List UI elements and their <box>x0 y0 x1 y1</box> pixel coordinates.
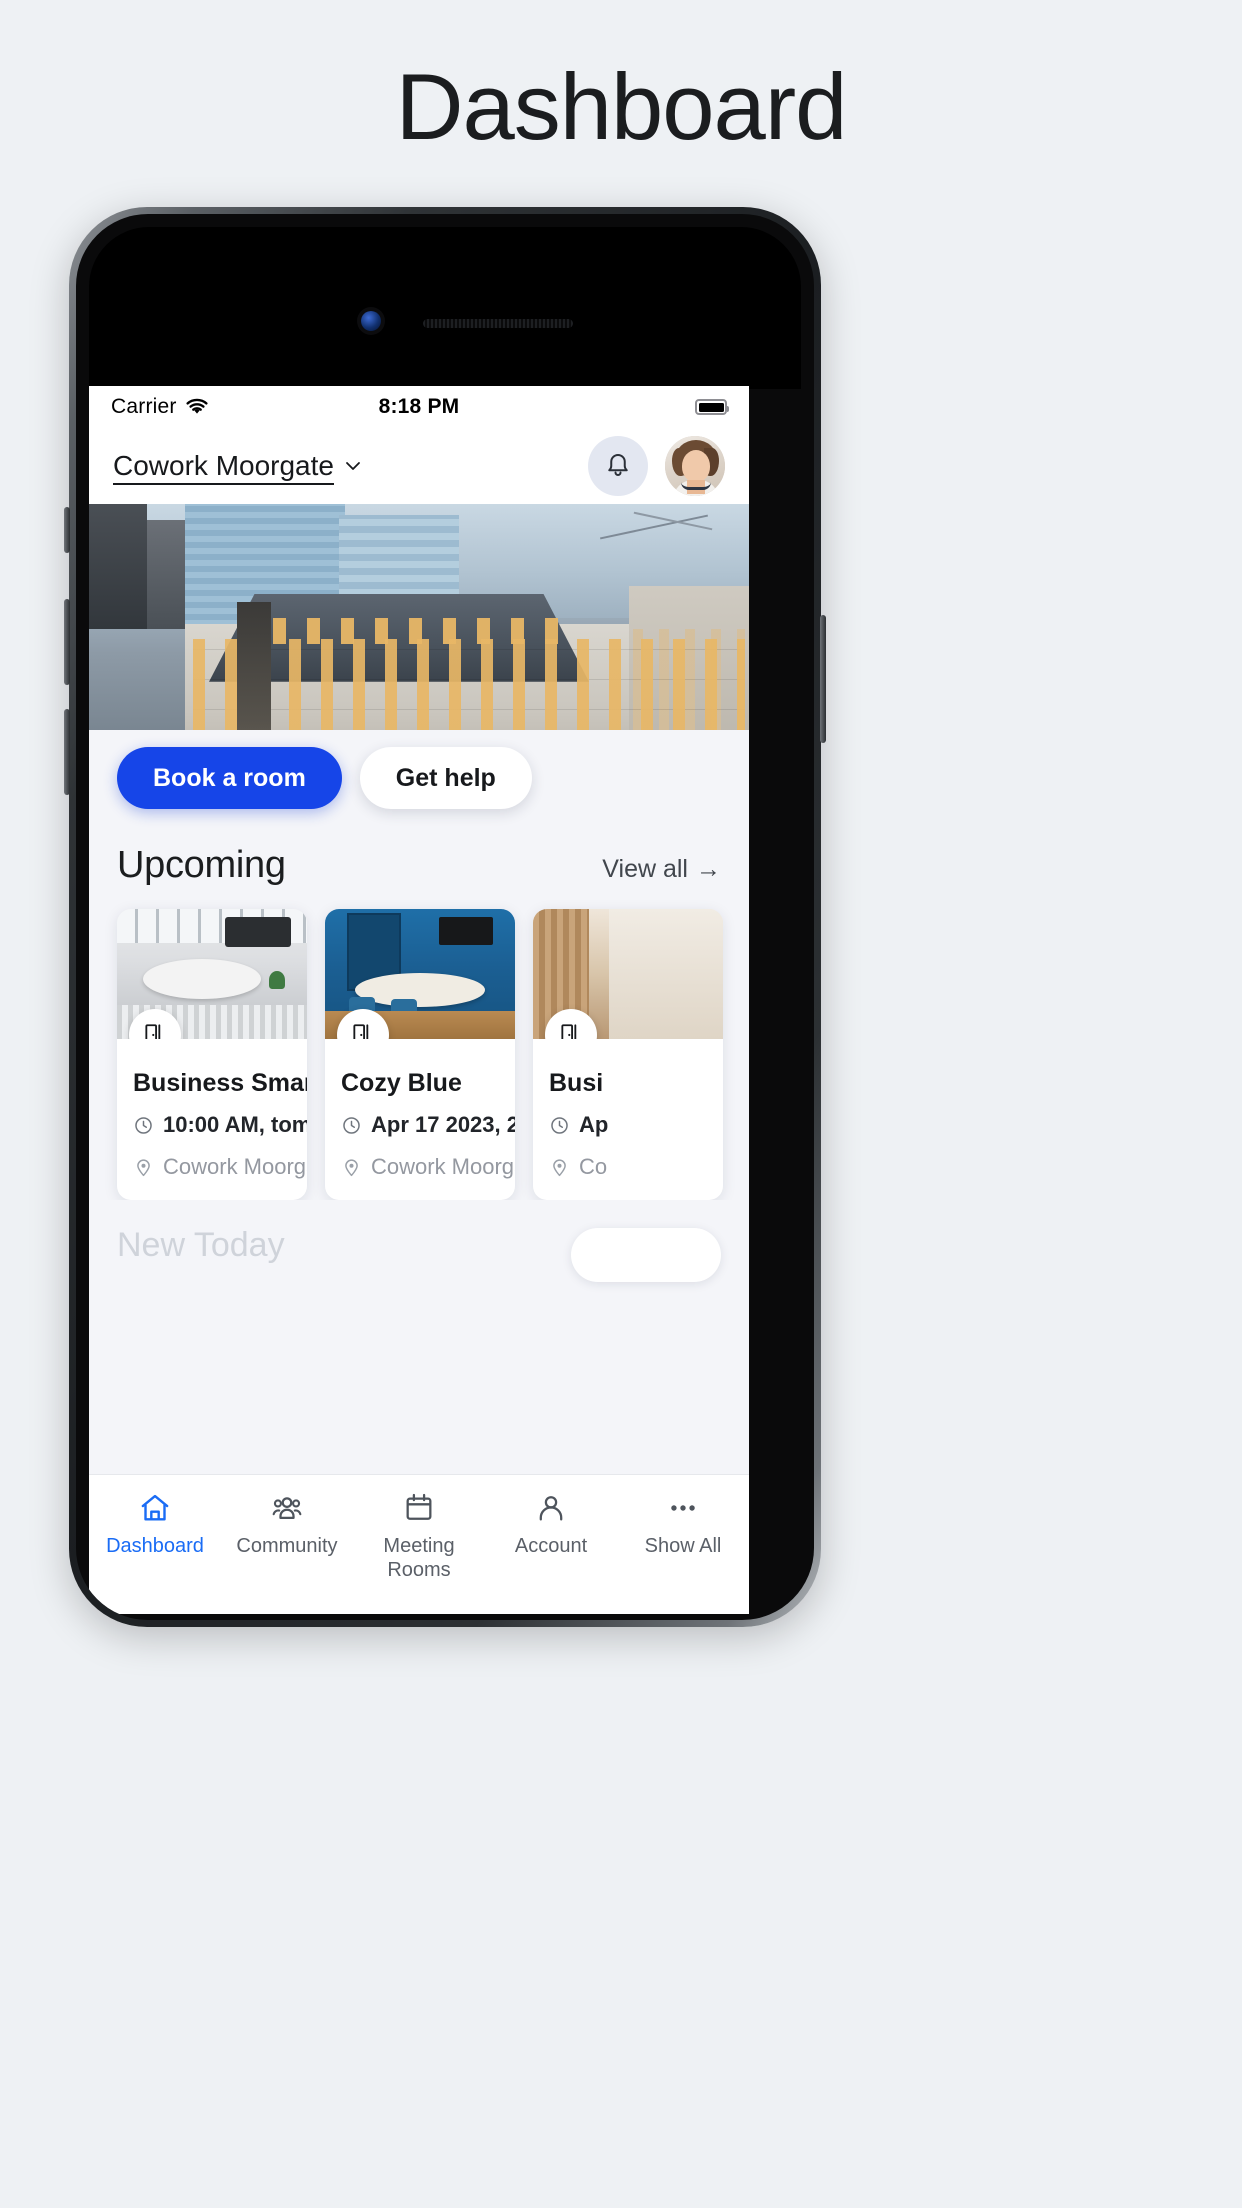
arrow-right-icon: → <box>696 855 721 883</box>
upcoming-card[interactable]: Business Smart 10:00 AM, tom... <box>117 909 307 1200</box>
tab-meeting-rooms[interactable]: Meeting Rooms <box>353 1491 485 1582</box>
room-thumbnail <box>533 909 723 1039</box>
location-pin-icon <box>137 1158 150 1176</box>
get-help-button[interactable]: Get help <box>359 747 532 809</box>
clock-icon <box>135 1116 152 1134</box>
calendar-icon <box>406 1493 432 1520</box>
notifications-button[interactable] <box>588 436 648 496</box>
tab-account[interactable]: Account <box>485 1491 617 1558</box>
next-section-pill[interactable] <box>571 1228 721 1282</box>
upcoming-cards-carousel[interactable]: Business Smart 10:00 AM, tom... <box>89 887 749 1200</box>
room-name: Cozy Blue <box>341 1069 462 1097</box>
room-location: Co <box>549 1154 707 1180</box>
next-section-peek: New Today <box>89 1222 749 1282</box>
venue-selector[interactable]: Cowork Moorgate <box>113 448 362 485</box>
book-a-room-button[interactable]: Book a room <box>117 747 342 809</box>
clock-icon <box>551 1116 568 1134</box>
location-pin-icon <box>553 1158 566 1176</box>
upcoming-section-header: Upcoming View all → <box>89 826 749 887</box>
tab-show-all[interactable]: Show All <box>617 1491 749 1558</box>
app-header: Cowork Moorgate <box>89 428 749 504</box>
phone-inner-frame: Carrier 8:18 PM Cowork Moorgate Book a r… <box>76 214 814 1620</box>
chevron-down-icon <box>346 462 360 470</box>
people-icon <box>272 1497 302 1520</box>
status-bar-left: Carrier <box>111 395 209 419</box>
ellipsis-icon <box>671 1505 695 1511</box>
earpiece-speaker <box>423 319 573 328</box>
volume-down-button[interactable] <box>64 709 70 795</box>
clock-icon <box>343 1116 360 1134</box>
battery-full-icon <box>695 399 729 415</box>
tab-community[interactable]: Community <box>221 1491 353 1558</box>
room-location: Cowork Moorgate <box>133 1154 307 1180</box>
card-body: Business Smart 10:00 AM, tom... <box>117 1039 307 1200</box>
upcoming-title: Upcoming <box>117 844 286 886</box>
tab-dashboard[interactable]: Dashboard <box>89 1491 221 1558</box>
status-bar: Carrier 8:18 PM <box>89 386 749 428</box>
room-thumbnail <box>117 909 307 1039</box>
wifi-icon <box>185 398 208 414</box>
card-body: Cozy Blue Apr 17 2023, 2:... <box>325 1039 515 1200</box>
room-location-label: Cowork Moorgate <box>371 1154 515 1179</box>
room-thumbnail <box>325 909 515 1039</box>
phone-mockup: Carrier 8:18 PM Cowork Moorgate Book a r… <box>64 207 826 1627</box>
room-location: Cowork Moorgate <box>341 1154 515 1180</box>
room-time: Ap <box>549 1112 707 1138</box>
room-name: Busi <box>549 1069 604 1097</box>
tab-label: Meeting Rooms <box>383 1535 455 1581</box>
person-icon <box>539 1496 563 1521</box>
tab-label: Show All <box>644 1535 722 1557</box>
room-location-label: Co <box>579 1154 608 1179</box>
tab-label: Account <box>514 1535 588 1557</box>
home-icon <box>141 1494 169 1521</box>
room-name: Business Smart <box>133 1069 307 1097</box>
mute-switch[interactable] <box>64 507 70 553</box>
card-body: Busi Ap Co <box>533 1039 723 1200</box>
tab-label: Community <box>236 1535 338 1557</box>
view-all-link[interactable]: View all → <box>602 855 721 884</box>
avatar[interactable] <box>665 436 725 496</box>
carrier-label: Carrier <box>111 395 177 418</box>
app-screen: Carrier 8:18 PM Cowork Moorgate Book a r… <box>89 386 749 1614</box>
venue-name-label: Cowork Moorgate <box>113 448 334 485</box>
upcoming-card[interactable]: Busi Ap Co <box>533 909 723 1200</box>
page-title: Dashboard <box>395 54 848 159</box>
location-pin-icon <box>345 1158 358 1176</box>
room-time-label: Apr 17 2023, 2:... <box>371 1112 515 1137</box>
bell-icon <box>608 454 628 476</box>
bottom-tab-bar: Dashboard Community Meeting Rooms Accoun… <box>89 1474 749 1614</box>
upcoming-card[interactable]: Cozy Blue Apr 17 2023, 2:... <box>325 909 515 1200</box>
tab-label: Dashboard <box>106 1535 204 1557</box>
front-camera-icon <box>361 311 381 331</box>
room-time: 10:00 AM, tom... <box>133 1112 307 1138</box>
phone-notch <box>89 227 801 389</box>
view-all-label: View all <box>602 855 688 883</box>
next-section-title: New Today <box>117 1225 285 1264</box>
header-actions <box>588 436 725 496</box>
status-bar-right <box>695 399 729 415</box>
room-time-label: Ap <box>579 1112 609 1137</box>
room-location-label: Cowork Moorgate <box>163 1154 307 1179</box>
power-button[interactable] <box>820 615 826 743</box>
volume-up-button[interactable] <box>64 599 70 685</box>
hero-action-row: Book a room Get help <box>89 730 749 826</box>
room-time: Apr 17 2023, 2:... <box>341 1112 515 1138</box>
room-time-label: 10:00 AM, tom... <box>163 1112 307 1137</box>
